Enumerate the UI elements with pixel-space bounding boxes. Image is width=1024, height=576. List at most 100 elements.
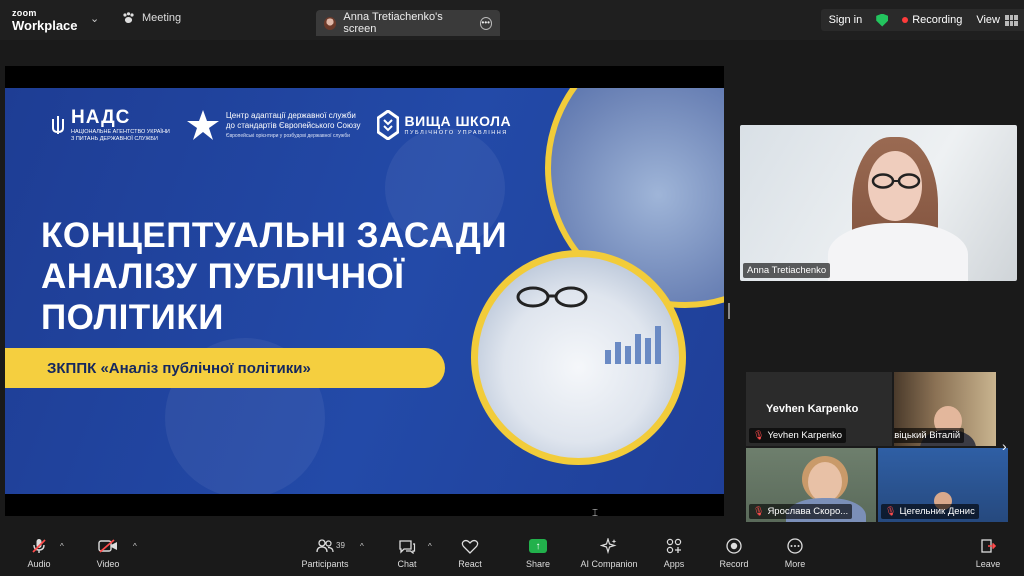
speaker-video[interactable]: Anna Tretiachenko — [740, 125, 1017, 281]
speaker-name: Anna Tretiachenko — [747, 265, 827, 276]
slide-chart-decor — [605, 326, 661, 364]
video-options-chevron-icon[interactable]: ^ — [133, 542, 137, 551]
slide-logos: НАДС НАЦІОНАЛЬНЕ АГЕНТСТВО УКРАЇНИ З ПИТ… — [51, 108, 511, 142]
video-off-icon — [98, 538, 118, 554]
participant-name: Ярослава Скоро... — [767, 506, 849, 517]
participant-tile[interactable]: 🎙 Ярослава Скоро... — [746, 448, 876, 522]
record-icon — [726, 538, 742, 554]
slide-banner: ЗКППК «Аналіз публічної політики» — [5, 348, 445, 388]
logo-nads-title: НАДС — [71, 107, 131, 128]
react-label: React — [458, 559, 482, 569]
app-brand[interactable]: zoom Workplace — [12, 9, 78, 33]
avatar — [324, 16, 337, 30]
record-label: Record — [719, 559, 749, 569]
speaker-body — [828, 223, 968, 281]
logo-school-title: ВИЩА ШКОЛА — [404, 113, 512, 130]
participant-face — [808, 462, 842, 502]
participant-name: Савіцький Віталій — [894, 430, 961, 441]
logo-nads-sub1: НАЦІОНАЛЬНЕ АГЕНТСТВО УКРАЇНИ — [71, 129, 170, 135]
panel-resize-handle[interactable] — [728, 303, 730, 319]
slide-title-line1: КОНЦЕПТУАЛЬНІ ЗАСАДИ — [41, 216, 507, 255]
logo-school: ВИЩА ШКОЛА ПУБЛІЧНОГО УПРАВЛІННЯ — [376, 110, 512, 141]
slide-title-line3: ПОЛІТИКИ — [41, 297, 224, 337]
ai-companion-label: AI Companion — [580, 559, 638, 569]
top-bar: zoom Workplace ⌄ Meeting Anna Tretiachen… — [0, 0, 1024, 40]
paw-icon — [123, 12, 134, 23]
participant-name: Цегельник Денис — [899, 506, 975, 517]
record-button[interactable]: Record — [706, 538, 762, 569]
logo-center-adaptation: Центр адаптації державної служби до стан… — [186, 108, 361, 142]
apps-button[interactable]: Apps — [646, 538, 702, 569]
participant-name-tag: 🎙 Yevhen Karpenko — [749, 428, 847, 443]
leave-icon — [980, 538, 996, 554]
tab-meeting[interactable]: Meeting — [122, 12, 181, 24]
shield-icon[interactable] — [876, 13, 889, 27]
share-button[interactable]: ↑ Share — [510, 538, 566, 569]
logo-center-line2: до стандартів Європейського Союзу — [225, 121, 361, 131]
logo-center-sub: Європейські орієнтири у розбудові держав… — [225, 133, 350, 140]
more-icon — [787, 538, 803, 554]
meeting-toolbar: Audio ^ Video ^ Participants 39 ^ Chat ^… — [0, 530, 1024, 576]
top-right-controls: Sign in Recording View — [820, 9, 1024, 31]
heart-icon — [461, 538, 479, 554]
participants-count: 39 — [336, 541, 345, 550]
video-button[interactable]: Video — [80, 538, 136, 569]
audio-button[interactable]: Audio — [11, 538, 67, 569]
apps-icon — [666, 538, 682, 554]
more-label: More — [784, 559, 806, 569]
chat-options-chevron-icon[interactable]: ^ — [428, 542, 432, 551]
school-emblem-icon — [376, 110, 399, 141]
chat-button[interactable]: Chat — [379, 538, 435, 569]
chevron-right-icon[interactable]: › — [1002, 438, 1007, 454]
participants-label: Participants — [301, 559, 349, 569]
ai-companion-button[interactable]: AI Companion — [577, 538, 641, 569]
leave-button[interactable]: Leave — [960, 538, 1016, 569]
recording-label: Recording — [912, 14, 963, 26]
chevron-down-icon[interactable]: ⌄ — [90, 12, 99, 25]
participants-options-chevron-icon[interactable]: ^ — [360, 542, 364, 551]
slide-title: КОНЦЕПТУАЛЬНІ ЗАСАДИ АНАЛІЗУ ПУБЛІЧНОЇ П… — [41, 216, 507, 339]
trident-icon — [52, 116, 64, 135]
participant-name-tag: 🎙 Цегельник Денис — [881, 504, 979, 519]
shared-screen[interactable]: НАДС НАЦІОНАЛЬНЕ АГЕНТСТВО УКРАЇНИ З ПИТ… — [5, 66, 724, 516]
participants-icon — [316, 538, 334, 554]
presentation-slide: НАДС НАЦІОНАЛЬНЕ АГЕНТСТВО УКРАЇНИ З ПИТ… — [5, 88, 724, 494]
apps-label: Apps — [663, 559, 685, 569]
mic-muted-icon: 🎙 — [753, 430, 765, 440]
logo-nads: НАДС НАЦІОНАЛЬНЕ АГЕНТСТВО УКРАЇНИ З ПИТ… — [51, 108, 170, 142]
participant-grid: Yevhen Karpenko 🎙 Yevhen Karpenko Савіць… — [746, 372, 1011, 522]
share-label: Share — [525, 559, 551, 569]
logo-nads-sub2: З ПИТАНЬ ДЕРЖАВНОЇ СЛУЖБИ — [71, 135, 158, 142]
participant-name: Yevhen Karpenko — [767, 430, 843, 441]
audio-label: Audio — [27, 559, 51, 569]
participant-tile[interactable]: Савіцький Віталій — [894, 372, 996, 446]
view-button[interactable]: View — [976, 14, 1018, 26]
star-person-icon — [186, 110, 219, 141]
leave-label: Leave — [975, 559, 1001, 569]
brand-line2: Workplace — [12, 18, 78, 33]
share-screen-icon: ↑ — [529, 539, 547, 553]
mic-muted-icon: 🎙 — [753, 506, 765, 516]
slide-title-line2: АНАЛІЗУ ПУБЛІЧНОЇ — [41, 256, 405, 296]
more-icon[interactable]: ••• — [479, 16, 492, 30]
sparkle-icon — [600, 538, 618, 554]
speaker-name-tag: Anna Tretiachenko — [743, 263, 831, 278]
chat-label: Chat — [397, 559, 417, 569]
tab-meeting-label: Meeting — [142, 12, 182, 24]
tab-screen-share[interactable]: Anna Tretiachenko's screen ••• — [316, 10, 500, 36]
mic-off-icon — [31, 538, 47, 554]
participant-tile[interactable]: Yevhen Karpenko 🎙 Yevhen Karpenko — [746, 372, 892, 446]
sign-in-button[interactable]: Sign in — [829, 14, 863, 26]
logo-school-sub: ПУБЛІЧНОГО УПРАВЛІННЯ — [404, 130, 508, 137]
participant-display-name: Yevhen Karpenko — [766, 403, 859, 415]
more-button[interactable]: More — [767, 538, 823, 569]
audio-options-chevron-icon[interactable]: ^ — [60, 542, 64, 551]
participant-tile[interactable]: 🎙 Цегельник Денис — [878, 448, 1008, 522]
glasses-icon — [516, 286, 588, 308]
react-button[interactable]: React — [442, 538, 498, 569]
video-label: Video — [96, 559, 120, 569]
recording-indicator[interactable]: Recording — [902, 14, 962, 26]
view-label: View — [976, 14, 1000, 26]
participant-name-tag: 🎙 Ярослава Скоро... — [749, 504, 853, 519]
tab-screen-share-label: Anna Tretiachenko's screen — [343, 11, 443, 35]
